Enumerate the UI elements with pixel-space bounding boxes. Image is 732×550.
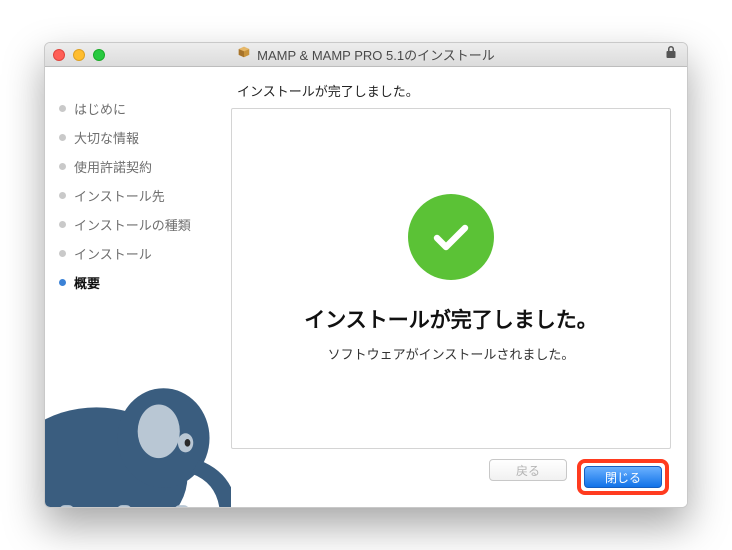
- step-intro: はじめに: [59, 99, 217, 118]
- step-dot-icon: [59, 250, 66, 257]
- close-button-highlight: 閉じる: [577, 459, 669, 495]
- lock-icon: [665, 45, 677, 64]
- success-check-icon: [408, 194, 494, 280]
- step-label: 使用許諾契約: [74, 157, 152, 176]
- zoom-window-button[interactable]: [93, 49, 105, 61]
- step-label: インストールの種類: [74, 215, 191, 234]
- content-panel: インストールが完了しました。 ソフトウェアがインストールされました。: [231, 108, 671, 449]
- traffic-lights: [53, 49, 105, 61]
- main-area: インストールが完了しました。 インストールが完了しました。 ソフトウェアがインス…: [231, 67, 687, 507]
- page-title: インストールが完了しました。: [231, 77, 671, 108]
- window-title: MAMP & MAMP PRO 5.1のインストール: [257, 45, 495, 64]
- step-dot-icon: [59, 105, 66, 112]
- step-list: はじめに 大切な情報 使用許諾契約 インストール先 インストールの種類 インスト…: [59, 99, 217, 292]
- step-dot-icon: [59, 134, 66, 141]
- step-dot-icon: [59, 163, 66, 170]
- step-label: 大切な情報: [74, 128, 139, 147]
- step-install: インストール: [59, 244, 217, 263]
- success-subtitle: ソフトウェアがインストールされました。: [328, 344, 575, 363]
- step-summary: 概要: [59, 273, 217, 292]
- step-dot-icon: [59, 221, 66, 228]
- success-title: インストールが完了しました。: [304, 304, 598, 334]
- installer-window: MAMP & MAMP PRO 5.1のインストール はじめに 大切な情報 使用…: [44, 42, 688, 508]
- step-label: インストール先: [74, 186, 165, 205]
- package-icon: [237, 45, 251, 64]
- back-button: 戻る: [489, 459, 567, 481]
- step-readme: 大切な情報: [59, 128, 217, 147]
- mamp-elephant-graphic: [45, 347, 231, 507]
- close-window-button[interactable]: [53, 49, 65, 61]
- step-dot-icon: [59, 192, 66, 199]
- step-label: 概要: [74, 273, 100, 292]
- sidebar: はじめに 大切な情報 使用許諾契約 インストール先 インストールの種類 インスト…: [45, 67, 231, 507]
- close-button[interactable]: 閉じる: [584, 466, 662, 488]
- minimize-window-button[interactable]: [73, 49, 85, 61]
- button-footer: 戻る 閉じる: [231, 449, 671, 495]
- titlebar: MAMP & MAMP PRO 5.1のインストール: [45, 43, 687, 67]
- step-label: インストール: [74, 244, 152, 263]
- window-body: はじめに 大切な情報 使用許諾契約 インストール先 インストールの種類 インスト…: [45, 67, 687, 507]
- step-dot-icon: [59, 279, 66, 286]
- step-destination: インストール先: [59, 186, 217, 205]
- step-license: 使用許諾契約: [59, 157, 217, 176]
- step-label: はじめに: [74, 99, 126, 118]
- step-type: インストールの種類: [59, 215, 217, 234]
